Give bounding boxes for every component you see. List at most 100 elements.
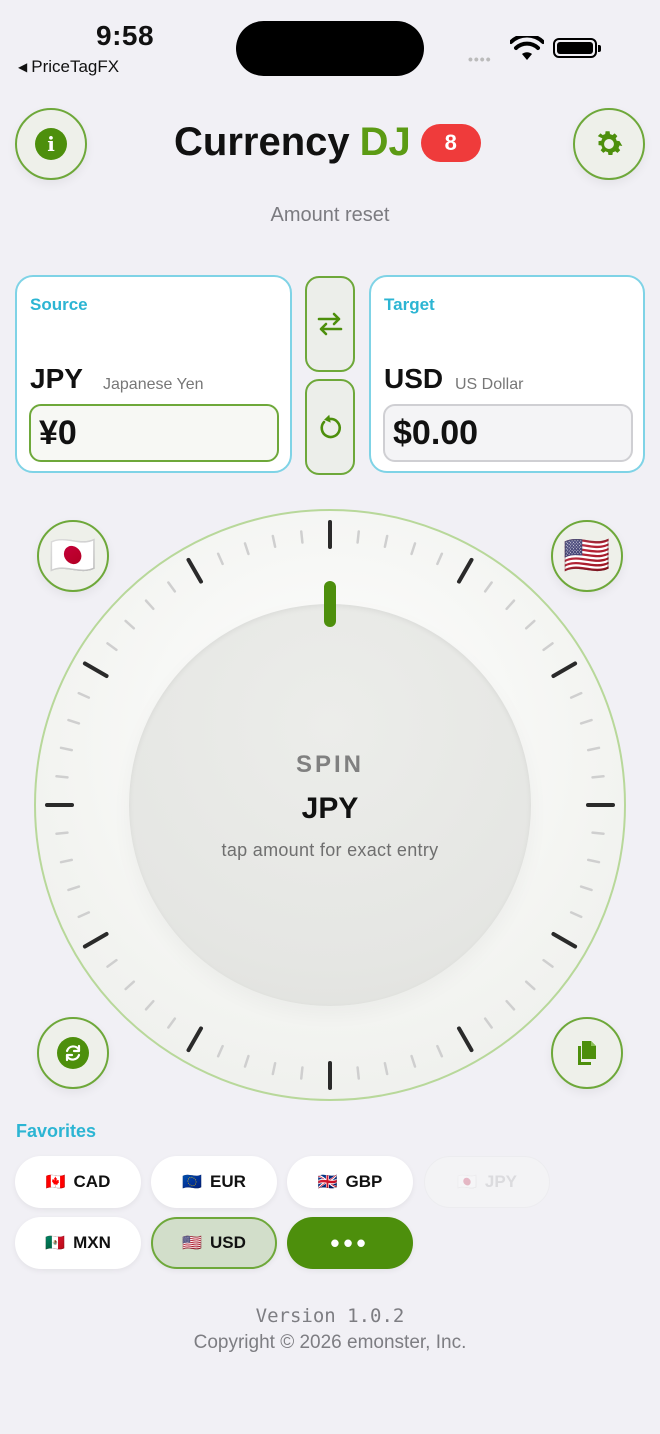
source-flag-button[interactable]: 🇯🇵 [37,520,109,592]
dial-minor-tick [216,1044,224,1058]
us-flag-icon: 🇺🇸 [182,1235,202,1252]
copyright-text: Copyright © 2026 emonster, Inc. [193,1332,467,1353]
dial-major-tick [82,932,109,949]
dial-minor-tick [300,1066,304,1080]
dial-minor-tick [300,530,304,544]
source-name: Japanese Yen [103,376,204,393]
dial-minor-tick [167,1017,177,1029]
swap-arrows-icon [317,312,343,336]
eu-flag-icon: 🇪🇺 [182,1174,202,1191]
count-badge: 8 [420,123,481,162]
favorite-chip-cad[interactable]: 🇨🇦 CAD [15,1156,141,1208]
title-main: Currency [174,120,350,164]
dial-minor-tick [106,642,118,652]
dial-minor-tick [410,1054,417,1068]
dial-minor-tick [383,534,389,549]
dial-minor-tick [59,746,74,752]
dial-major-tick [551,661,578,678]
more-favorites-button[interactable]: ••• [287,1217,413,1269]
favorite-chip-gbp[interactable]: 🇬🇧 GBP [287,1156,413,1208]
dial-major-tick [82,661,109,678]
chip-label: GBP [345,1172,383,1191]
back-to-app-link[interactable]: ◀ PriceTagFX [18,57,119,77]
battery-icon [553,38,601,58]
dial-minor-tick [67,718,81,725]
dial-minor-tick [271,1061,277,1076]
dial-minor-tick [124,619,136,630]
favorite-chip-usd[interactable]: 🇺🇸 USD [151,1217,277,1269]
title-accent: DJ [359,120,411,164]
reset-button[interactable] [305,379,355,475]
reset-icon [320,414,342,439]
target-name: US Dollar [455,376,524,393]
dial-minor-tick [569,691,583,699]
dial-minor-tick [483,1017,493,1029]
source-amount-field[interactable]: ¥0 [29,404,279,462]
target-amount-field: $0.00 [383,404,633,462]
back-app-label: PriceTagFX [31,57,120,76]
spin-hint: tap amount for exact entry [221,840,439,860]
dial-minor-tick [55,831,69,835]
info-icon: i [35,128,67,160]
swap-button[interactable] [305,276,355,372]
dial-minor-tick [586,746,601,752]
dial-minor-tick [436,552,444,566]
dial-minor-tick [579,718,593,725]
dial-minor-tick [410,542,417,556]
copy-button[interactable] [551,1017,623,1089]
dial-minor-tick [436,1044,444,1058]
dial-minor-tick [383,1061,389,1076]
dial-minor-tick [524,619,536,630]
spin-currency: JPY [301,792,359,825]
dial-major-tick [186,1026,203,1053]
sync-button[interactable] [37,1017,109,1089]
target-label: Target [384,295,435,314]
canada-flag-icon: 🇨🇦 [45,1174,66,1191]
target-card: Target USD US Dollar $0.00 [369,275,645,473]
dial-minor-tick [106,958,118,968]
dial-minor-tick [77,691,91,699]
dial-minor-tick [243,542,250,556]
source-label: Source [30,295,88,314]
dial-major-tick [457,557,474,584]
dial-minor-tick [505,999,516,1011]
status-time: 9:58 [96,20,155,51]
app-title: Currency DJ 8 [174,120,481,165]
wifi-icon [510,36,544,60]
settings-button[interactable] [573,108,645,180]
chip-label: JPY [484,1172,518,1191]
back-triangle-icon: ◀ [18,60,28,74]
gear-icon [597,131,623,156]
target-flag-button[interactable]: 🇺🇸 [551,520,623,592]
dial-pointer [324,581,336,627]
dial-minor-tick [483,581,493,593]
uk-flag-icon: 🇬🇧 [317,1174,338,1191]
dial-major-tick [457,1026,474,1053]
dial-minor-tick [579,885,593,892]
dial-minor-tick [591,831,605,835]
dial-major-tick [551,932,578,949]
source-code[interactable]: JPY [30,363,83,395]
mexico-flag-icon: 🇲🇽 [45,1235,66,1252]
favorite-chip-jpy: 🇯🇵 JPY [424,1156,550,1208]
target-code[interactable]: USD [384,363,443,395]
spin-label: SPIN [295,751,364,778]
dial-minor-tick [569,911,583,919]
dial-minor-tick [542,642,554,652]
signal-icon: •••• [468,51,492,67]
dial-minor-tick [77,911,91,919]
dial-minor-tick [356,530,360,544]
dial-minor-tick [524,980,536,991]
dial-minor-tick [271,534,277,549]
dial-minor-tick [243,1054,250,1068]
dial-minor-tick [124,980,136,991]
dial-minor-tick [167,581,177,593]
dial-minor-tick [144,999,155,1011]
dial-minor-tick [542,958,554,968]
favorite-chip-mxn[interactable]: 🇲🇽 MXN [15,1217,141,1269]
chip-label: MXN [73,1233,111,1252]
favorite-chip-eur[interactable]: 🇪🇺 EUR [151,1156,277,1208]
dial-major-tick [186,557,203,584]
japan-flag-icon: 🇯🇵 [456,1174,477,1191]
info-button[interactable]: i [15,108,87,180]
